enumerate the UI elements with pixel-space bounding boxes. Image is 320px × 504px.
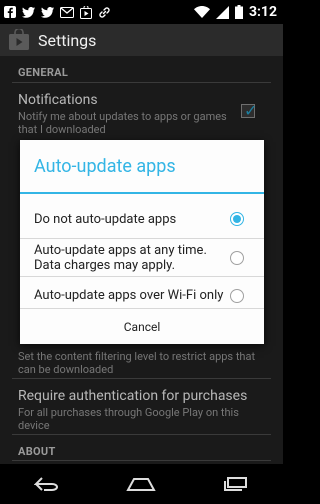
back-button[interactable] xyxy=(27,470,67,498)
radio-selected-icon[interactable] xyxy=(230,212,244,226)
battery-icon xyxy=(234,5,243,19)
system-status: 3:12 xyxy=(193,2,277,22)
notifications-summary: Notify me about updates to apps or games… xyxy=(18,110,227,136)
dialog-title: Auto-update apps xyxy=(34,155,176,177)
option-label: Do not auto-update apps xyxy=(34,211,177,227)
back-icon xyxy=(34,477,59,491)
play-store-icon[interactable] xyxy=(8,29,30,51)
recents-button[interactable] xyxy=(216,470,256,498)
section-header-about: ABOUT xyxy=(18,445,56,458)
divider xyxy=(12,460,271,461)
divider xyxy=(12,434,271,435)
radio-unselected-icon[interactable] xyxy=(230,288,244,303)
facebook-icon xyxy=(4,6,16,18)
option-auto-update-any-time[interactable]: Auto-update apps at any time. Data charg… xyxy=(20,238,264,276)
divider xyxy=(12,378,271,379)
cancel-button[interactable]: Cancel xyxy=(20,308,264,344)
status-time: 3:12 xyxy=(248,4,277,20)
section-header-general: GENERAL xyxy=(18,66,69,79)
radio-unselected-icon[interactable] xyxy=(230,250,244,265)
content-filter-summary: Set the content filtering level to restr… xyxy=(18,350,256,376)
option-do-not-auto-update[interactable]: Do not auto-update apps xyxy=(20,200,264,238)
navigation-bar xyxy=(0,464,283,504)
app-bar: Settings xyxy=(0,24,283,56)
check-icon: ✓ xyxy=(244,101,258,120)
page-title: Settings xyxy=(38,30,97,50)
divider xyxy=(12,82,271,83)
notifications-title[interactable]: Notifications xyxy=(18,92,98,108)
notifications-checkbox[interactable]: ✓ xyxy=(241,101,258,120)
twitter-icon xyxy=(22,6,35,18)
twitter-icon xyxy=(41,6,54,18)
signal-icon xyxy=(215,5,229,19)
option-label: Auto-update apps at any time. Data charg… xyxy=(34,242,207,273)
home-button[interactable] xyxy=(121,470,161,498)
recents-icon xyxy=(223,477,247,491)
link-icon xyxy=(99,6,110,18)
notification-icons xyxy=(4,4,111,20)
option-label: Auto-update apps over Wi-Fi only xyxy=(34,288,224,303)
auto-update-dialog: Auto-update apps Do not auto-update apps… xyxy=(20,140,264,344)
home-icon xyxy=(126,478,157,491)
gmail-icon xyxy=(60,6,74,18)
require-auth-summary: For all purchases through Google Play on… xyxy=(18,406,239,432)
status-bar: 3:12 xyxy=(0,0,283,24)
play-store-icon xyxy=(80,5,92,19)
wifi-icon xyxy=(193,6,210,18)
require-auth-title[interactable]: Require authentication for purchases xyxy=(18,388,247,404)
